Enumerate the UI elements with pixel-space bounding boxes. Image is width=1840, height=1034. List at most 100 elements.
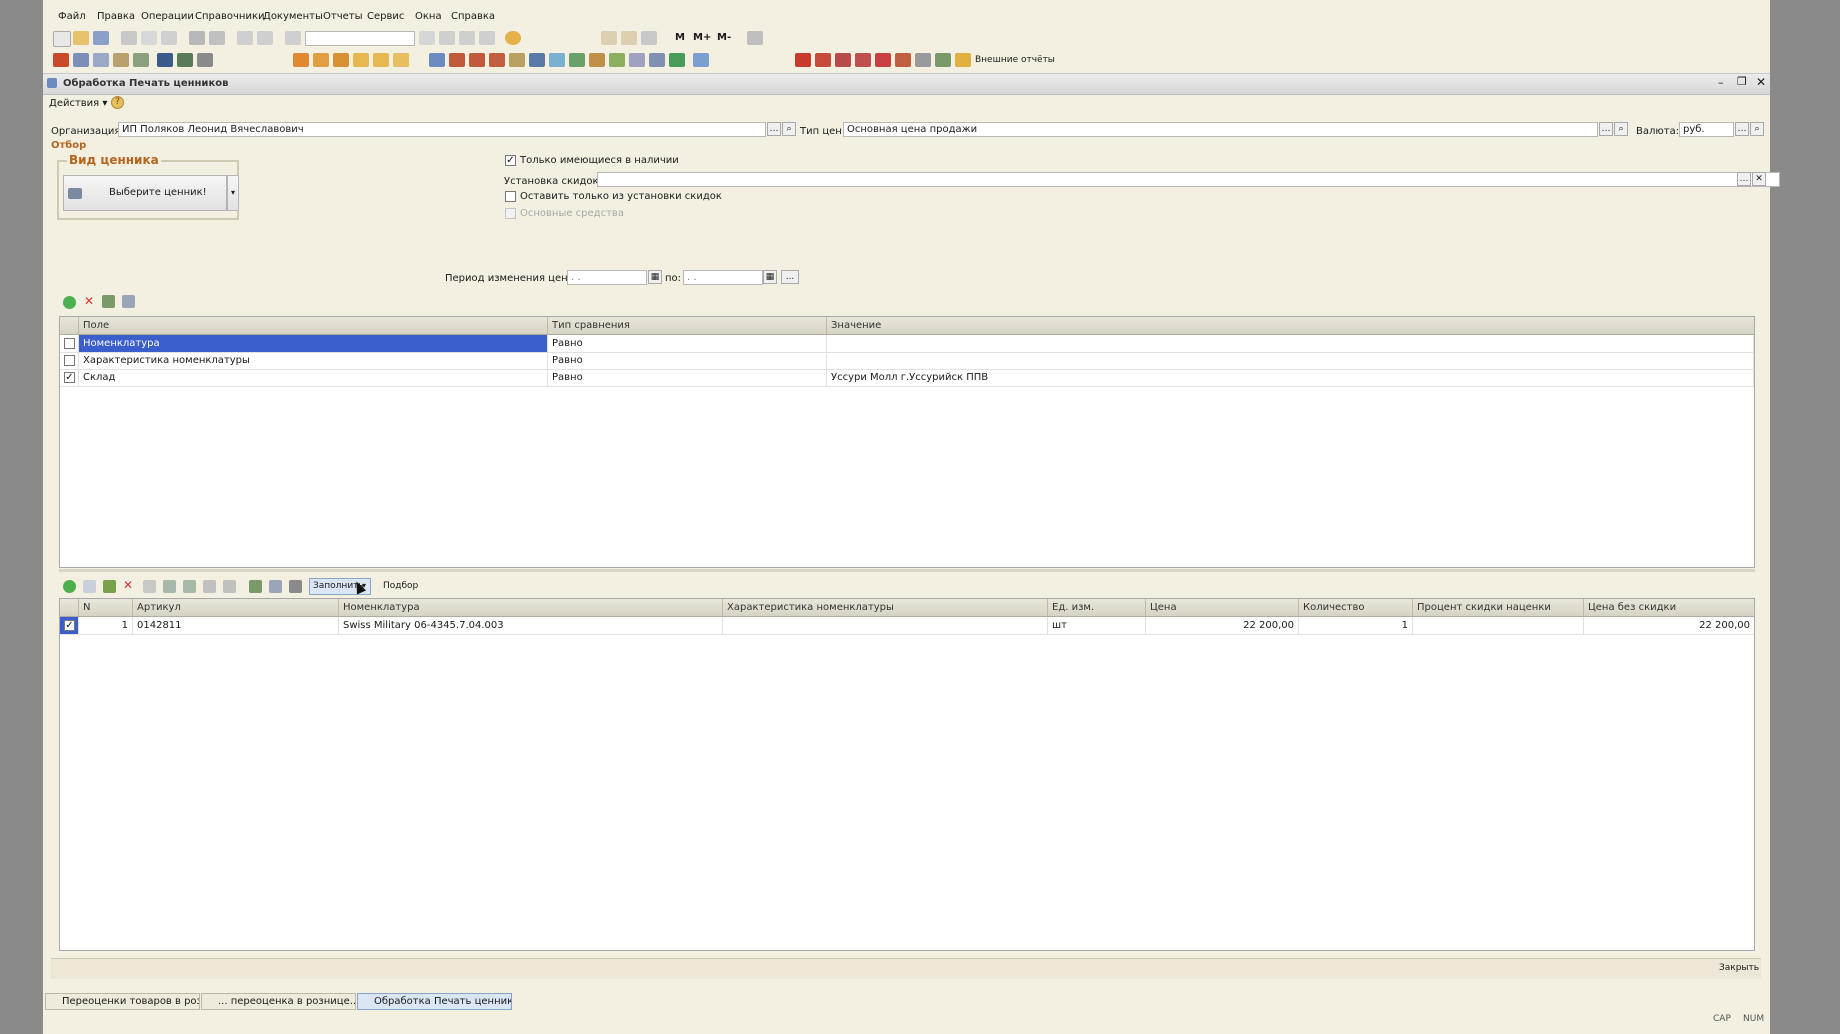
money-icon[interactable]: [353, 53, 369, 67]
preview-icon[interactable]: [209, 31, 225, 45]
menu-windows[interactable]: Окна: [415, 11, 442, 22]
currency-select-button[interactable]: …: [1735, 122, 1749, 136]
item-n-cell[interactable]: 1: [79, 617, 133, 634]
item-price-no-discount-cell[interactable]: 22 200,00: [1584, 617, 1754, 634]
receipt-icon[interactable]: [609, 53, 625, 67]
menu-documents[interactable]: Документы: [263, 11, 323, 22]
filter-compare-cell[interactable]: Равно: [548, 369, 827, 386]
end-edit-icon[interactable]: [143, 580, 156, 593]
delete-row-icon[interactable]: ✕: [123, 578, 133, 592]
items-col-price[interactable]: Цена: [1146, 599, 1299, 616]
uncheck-all-icon[interactable]: [122, 295, 135, 308]
find-prev-icon[interactable]: [459, 31, 475, 45]
clear-search-icon[interactable]: [419, 31, 435, 45]
price-icon[interactable]: [569, 53, 585, 67]
items-col-n[interactable]: N: [79, 599, 133, 616]
open-icon[interactable]: [73, 31, 89, 45]
period-to-calendar-icon[interactable]: ▦: [763, 270, 777, 284]
window-icon[interactable]: [479, 31, 495, 45]
choose-tag-button[interactable]: Выберите ценник!: [63, 175, 227, 211]
table-row[interactable]: ✓ Склад Равно Уссури Молл г.Уссурийск ПП…: [60, 369, 1754, 387]
filter-field-cell[interactable]: Характеристика номенклатуры: [79, 352, 548, 369]
filter-value-cell[interactable]: [827, 335, 1754, 352]
memory-minus-button[interactable]: M-: [717, 32, 731, 43]
discount-select-button[interactable]: …: [1737, 172, 1751, 186]
items-col-article[interactable]: Артикул: [133, 599, 339, 616]
writeoff-icon[interactable]: [489, 53, 505, 67]
order-icon[interactable]: [529, 53, 545, 67]
return-icon[interactable]: [549, 53, 565, 67]
check-all-icon[interactable]: [102, 295, 115, 308]
journal-icon[interactable]: [73, 53, 89, 67]
menu-reports[interactable]: Отчеты: [323, 11, 362, 22]
register-icon[interactable]: [93, 53, 109, 67]
new-icon[interactable]: [53, 31, 71, 47]
flag-icon[interactable]: [815, 53, 831, 67]
choose-tag-dropdown[interactable]: ▾: [227, 175, 239, 211]
catalog-icon[interactable]: [53, 53, 69, 67]
table-row[interactable]: Номенклатура Равно: [60, 335, 1754, 353]
close-button[interactable]: Закрыть: [1719, 963, 1759, 973]
org-field[interactable]: ИП Поляков Леонид Вячеславович: [118, 122, 766, 137]
items-col-discount-percent[interactable]: Процент скидки наценки: [1413, 599, 1584, 616]
org-open-icon[interactable]: ⌕: [782, 122, 796, 136]
filter-field-cell[interactable]: Номенклатура: [79, 335, 548, 352]
exchange-icon[interactable]: [693, 53, 709, 67]
save-icon[interactable]: [93, 31, 109, 45]
period-from-field[interactable]: . .: [567, 270, 647, 285]
leave-only-checkbox[interactable]: [505, 191, 516, 202]
menu-references[interactable]: Справочники: [195, 11, 265, 22]
filter-col-compare[interactable]: Тип сравнения: [548, 317, 827, 334]
copy-icon[interactable]: [141, 31, 157, 45]
item-price-cell[interactable]: 22 200,00: [1146, 617, 1299, 634]
item-characteristic-cell[interactable]: [723, 617, 1048, 634]
assembly-icon[interactable]: [629, 53, 645, 67]
minimize-icon[interactable]: –: [1718, 76, 1724, 89]
row-checkbox[interactable]: [64, 338, 75, 349]
items-col-characteristic[interactable]: Характеристика номенклатуры: [723, 599, 1048, 616]
help-icon[interactable]: ?: [111, 96, 124, 109]
currency-field[interactable]: руб.: [1679, 122, 1734, 137]
period-select-button[interactable]: ...: [781, 270, 799, 284]
row-checkbox[interactable]: [64, 355, 75, 366]
uncheck-all-rows-icon[interactable]: [269, 580, 282, 593]
item-article-cell[interactable]: 0142811: [133, 617, 339, 634]
check-all-rows-icon[interactable]: [249, 580, 262, 593]
items-col-price-no-discount[interactable]: Цена без скидки: [1584, 599, 1754, 616]
doc-in-icon[interactable]: [429, 53, 445, 67]
price-type-open-icon[interactable]: ⌕: [1614, 122, 1628, 136]
invert-check-icon[interactable]: [289, 580, 302, 593]
only-in-stock-checkbox[interactable]: ✓: [505, 155, 516, 166]
menu-operations[interactable]: Операции: [141, 11, 194, 22]
phone-icon[interactable]: [895, 53, 911, 67]
items-col-name[interactable]: Номенклатура: [339, 599, 723, 616]
external-reports-button[interactable]: Внешние отчёты: [975, 55, 1055, 65]
currency-open-icon[interactable]: ⌕: [1750, 122, 1764, 136]
pick-button[interactable]: Подбор: [383, 581, 418, 591]
marker-icon[interactable]: [795, 53, 811, 67]
fixed-assets-checkbox[interactable]: [505, 208, 516, 219]
discount-field[interactable]: [597, 172, 1780, 187]
paste-icon[interactable]: [161, 31, 177, 45]
lock-icon[interactable]: [133, 53, 149, 67]
price-type-field[interactable]: Основная цена продажи: [843, 122, 1598, 137]
info-icon[interactable]: [505, 31, 521, 45]
sort-desc-icon[interactable]: [223, 580, 236, 593]
closing-icon[interactable]: [669, 53, 685, 67]
item-discount-cell[interactable]: [1413, 617, 1584, 634]
reports-icon[interactable]: [955, 53, 971, 67]
report-icon[interactable]: [113, 53, 129, 67]
bank-icon[interactable]: [393, 53, 409, 67]
item-name-cell[interactable]: Swiss Military 06-4345.7.04.003: [339, 617, 723, 634]
org-select-button[interactable]: …: [767, 122, 781, 136]
filter-compare-cell[interactable]: Равно: [548, 352, 827, 369]
edit-row-icon[interactable]: [103, 580, 116, 593]
chart-icon[interactable]: [197, 53, 213, 67]
settings-icon[interactable]: [747, 31, 763, 45]
sales-icon[interactable]: [313, 53, 329, 67]
memory-m-button[interactable]: M: [675, 32, 685, 43]
inventory-icon[interactable]: [509, 53, 525, 67]
move-up-icon[interactable]: [163, 580, 176, 593]
items-col-unit[interactable]: Ед. изм.: [1048, 599, 1146, 616]
list-icon[interactable]: [915, 53, 931, 67]
